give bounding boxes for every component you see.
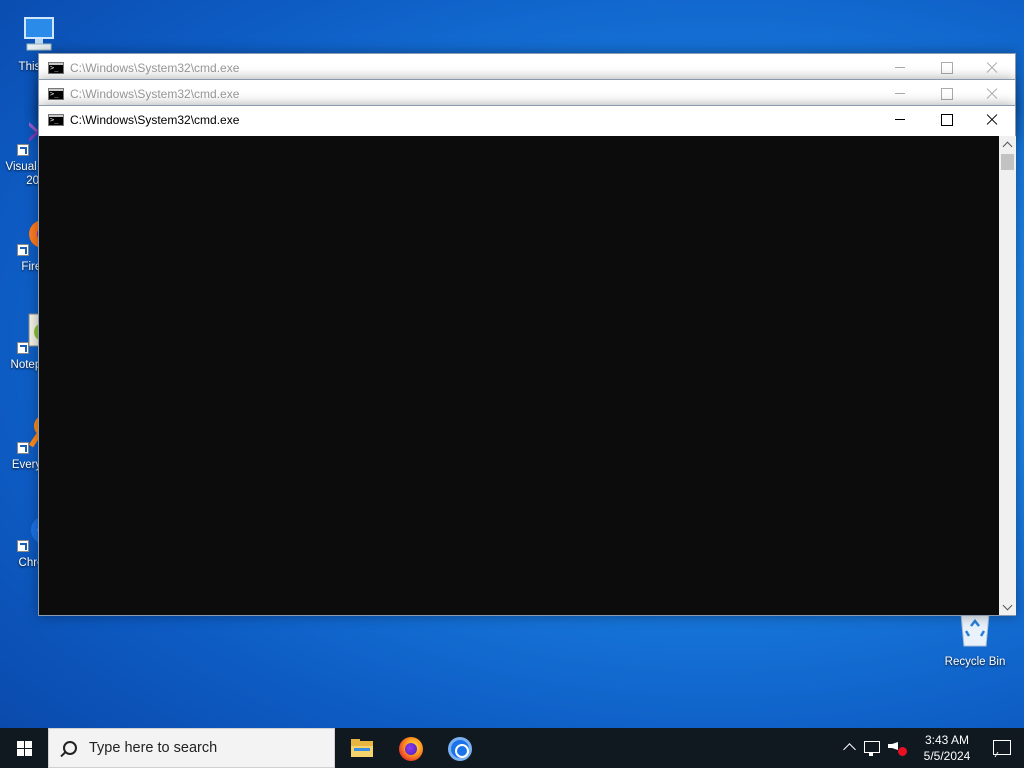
window-title: C:\Windows\System32\cmd.exe <box>70 86 240 101</box>
file-explorer-icon <box>351 739 373 757</box>
minimize-button[interactable] <box>877 80 923 107</box>
recycle-bin-label: Recycle Bin <box>944 656 1006 668</box>
scrollbar-thumb[interactable] <box>1001 154 1014 170</box>
taskbar: Type here to search 3:43 AM 5/5/2024 <box>0 728 1024 768</box>
maximize-button[interactable] <box>923 54 969 81</box>
window-titlebar[interactable]: C:\Windows\System32\cmd.exe <box>39 80 1015 107</box>
chrome-icon <box>448 737 472 761</box>
close-button[interactable] <box>969 80 1015 107</box>
system-tray: 3:43 AM 5/5/2024 <box>838 728 1024 768</box>
start-button[interactable] <box>0 728 48 768</box>
network-icon[interactable] <box>860 728 884 768</box>
action-center-icon[interactable] <box>978 728 1024 768</box>
shortcut-arrow-icon <box>17 342 29 354</box>
search-placeholder: Type here to search <box>89 740 218 756</box>
window-title: C:\Windows\System32\cmd.exe <box>70 60 240 75</box>
computer-icon <box>17 12 61 56</box>
clock-time: 3:43 AM <box>924 733 970 747</box>
window-titlebar[interactable]: C:\Windows\System32\cmd.exe <box>39 106 1015 133</box>
desktop-icon-recycle-bin[interactable]: Recycle Bin <box>938 612 1012 668</box>
maximize-button[interactable] <box>923 80 969 107</box>
vertical-scrollbar[interactable] <box>999 136 1016 615</box>
close-button[interactable] <box>969 54 1015 81</box>
window-title: C:\Windows\System32\cmd.exe <box>70 112 240 127</box>
clock-date: 5/5/2024 <box>923 749 971 763</box>
firefox-icon <box>399 737 423 761</box>
close-button[interactable] <box>969 106 1015 133</box>
shortcut-arrow-icon <box>17 244 29 256</box>
maximize-button[interactable] <box>923 106 969 133</box>
shortcut-arrow-icon <box>17 442 29 454</box>
scroll-up-arrow-icon[interactable] <box>999 136 1016 153</box>
cmd-window-active[interactable]: C:\Windows\System32\cmd.exe <box>38 105 1016 616</box>
taskbar-chrome[interactable] <box>435 728 484 768</box>
console-output-area[interactable] <box>39 136 999 615</box>
cmd-icon <box>48 113 64 126</box>
taskbar-search-box[interactable]: Type here to search <box>48 728 335 768</box>
cmd-icon <box>48 61 64 74</box>
recycle-bin-icon <box>955 612 995 648</box>
scroll-down-arrow-icon[interactable] <box>999 598 1016 615</box>
search-icon <box>63 741 77 755</box>
show-hidden-icons-chevron-icon[interactable] <box>838 728 860 768</box>
volume-muted-icon[interactable] <box>884 728 910 768</box>
cmd-icon <box>48 87 64 100</box>
muted-badge-icon <box>898 747 907 756</box>
taskbar-firefox[interactable] <box>386 728 435 768</box>
taskbar-clock[interactable]: 3:43 AM 5/5/2024 <box>916 728 978 768</box>
shortcut-arrow-icon <box>17 144 29 156</box>
minimize-button[interactable] <box>877 54 923 81</box>
shortcut-arrow-icon <box>17 540 29 552</box>
window-titlebar[interactable]: C:\Windows\System32\cmd.exe <box>39 54 1015 81</box>
minimize-button[interactable] <box>877 106 923 133</box>
windows-logo-icon <box>17 741 32 756</box>
taskbar-file-explorer[interactable] <box>337 728 386 768</box>
